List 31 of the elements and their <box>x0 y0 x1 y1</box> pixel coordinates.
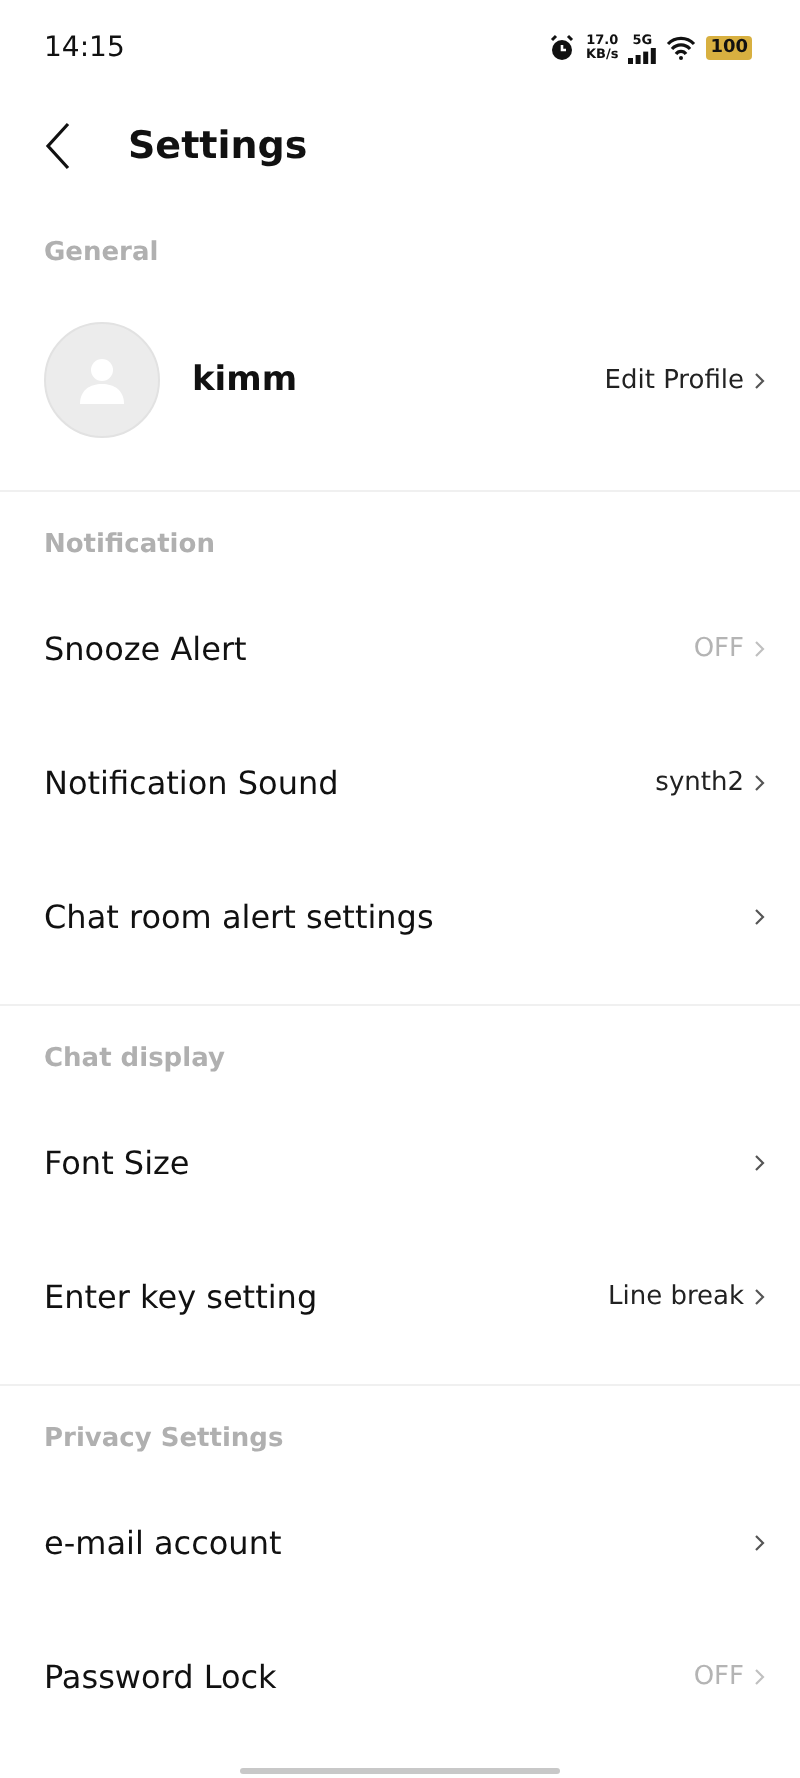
section-title: Chat display <box>44 1042 227 1078</box>
setting-label[interactable]: Password Lock <box>44 1658 662 1696</box>
wifi-icon <box>666 36 697 60</box>
setting-value: synth2 <box>655 768 744 798</box>
chevron-icon <box>754 1534 766 1552</box>
chevron-icon <box>754 1668 766 1686</box>
setting-value: Edit Profile <box>604 365 744 395</box>
chevron-icon <box>754 1288 766 1306</box>
section-title: General <box>44 236 161 272</box>
page-title: Settings <box>128 124 308 168</box>
section-title: Privacy Settings <box>44 1422 286 1458</box>
chevron-icon <box>754 1154 766 1172</box>
setting-label[interactable]: Font Size <box>44 1144 722 1182</box>
chevron-icon <box>754 774 766 792</box>
setting-value: OFF <box>693 1662 744 1692</box>
section-title: Notification <box>44 528 217 564</box>
battery-level: 100 <box>706 36 752 60</box>
setting-value: Line break <box>607 1282 744 1312</box>
alarm-clock-icon <box>547 34 576 62</box>
setting-label[interactable]: Snooze Alert <box>44 630 662 668</box>
setting-label[interactable]: Enter key setting <box>44 1278 576 1316</box>
setting-label[interactable]: Notification Sound <box>44 764 624 802</box>
chevron-icon <box>754 371 766 389</box>
signal-icon <box>628 47 657 63</box>
chevron-icon <box>754 908 766 926</box>
setting-value: OFF <box>693 634 744 664</box>
setting-label[interactable]: e-mail account <box>44 1524 722 1562</box>
user-name: kimm <box>192 360 300 400</box>
status-time: 14:15 <box>44 32 125 64</box>
setting-label[interactable]: Chat room alert settings <box>44 898 722 936</box>
chevron-icon <box>754 640 766 658</box>
